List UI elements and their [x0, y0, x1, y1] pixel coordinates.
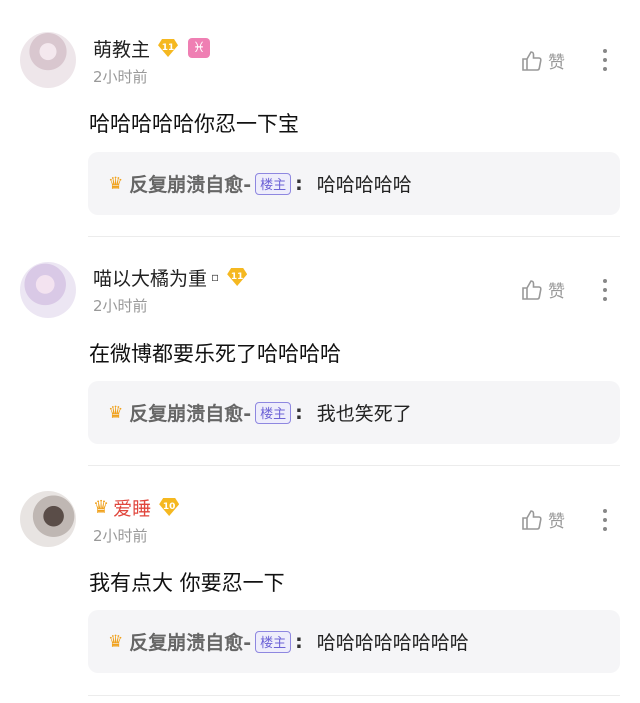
like-button[interactable]: 赞	[520, 277, 565, 302]
thumbs-up-icon	[522, 279, 542, 300]
comment-text: 我有点大 你要忍一下	[89, 571, 285, 595]
avatar[interactable]	[20, 491, 76, 547]
like-button[interactable]: 赞	[520, 48, 565, 73]
name-row: ♛ 爱睡 10	[93, 493, 180, 521]
username[interactable]: 萌教主	[93, 35, 150, 62]
reply-text: 哈哈哈哈哈	[316, 174, 412, 196]
more-options-icon[interactable]	[598, 509, 612, 531]
more-options-icon[interactable]	[598, 279, 612, 301]
crown-icon: ♛	[93, 496, 110, 518]
reply-box[interactable]: ♛ 反复崩溃自愈- 楼主 : 哈哈哈哈哈哈哈哈	[88, 610, 620, 673]
reply-author[interactable]: 反复崩溃自愈-	[129, 170, 251, 197]
timestamp: 2小时前	[93, 297, 148, 315]
timestamp: 2小时前	[93, 527, 148, 545]
like-label: 赞	[548, 282, 565, 302]
level-badge-icon: 11	[227, 268, 248, 286]
reply-author[interactable]: 反复崩溃自愈-	[129, 399, 251, 426]
username[interactable]: 爱睡	[113, 494, 151, 521]
like-label: 赞	[548, 53, 565, 73]
reply-text: 哈哈哈哈哈哈哈哈	[316, 632, 469, 654]
author-badge: 楼主	[255, 630, 292, 653]
symbol: ▫	[211, 270, 220, 284]
divider	[88, 695, 620, 696]
author-badge: 楼主	[255, 401, 292, 424]
timestamp: 2小时前	[93, 68, 148, 86]
reply-text: 我也笑死了	[316, 403, 412, 425]
thumbs-up-icon	[522, 509, 542, 530]
more-options-icon[interactable]	[598, 49, 612, 71]
crown-icon: ♛	[108, 402, 124, 423]
reply-author[interactable]: 反复崩溃自愈-	[129, 628, 251, 655]
like-label: 赞	[548, 512, 565, 532]
comment-text: 哈哈哈哈哈你忍一下宝	[89, 112, 299, 136]
level-badge-icon: 11	[158, 39, 179, 57]
like-button[interactable]: 赞	[520, 507, 565, 532]
author-badge: 楼主	[255, 172, 292, 195]
avatar[interactable]	[20, 32, 76, 88]
thumbs-up-icon	[522, 50, 542, 71]
comment-text: 在微博都要乐死了哈哈哈哈	[89, 342, 341, 366]
crown-icon: ♛	[108, 173, 124, 194]
username[interactable]: 喵以大橘为重	[93, 264, 207, 291]
pisces-icon: ♓	[188, 38, 211, 58]
reply-box[interactable]: ♛ 反复崩溃自愈- 楼主 : 哈哈哈哈哈	[88, 152, 620, 215]
divider	[88, 465, 620, 466]
reply-box[interactable]: ♛ 反复崩溃自愈- 楼主 : 我也笑死了	[88, 381, 620, 444]
divider	[88, 236, 620, 237]
level-badge-icon: 10	[159, 498, 180, 516]
name-row: 萌教主 11 ♓	[93, 34, 211, 62]
name-row: 喵以大橘为重 ▫ 11	[93, 263, 248, 291]
crown-icon: ♛	[108, 631, 124, 652]
avatar[interactable]	[20, 262, 76, 318]
